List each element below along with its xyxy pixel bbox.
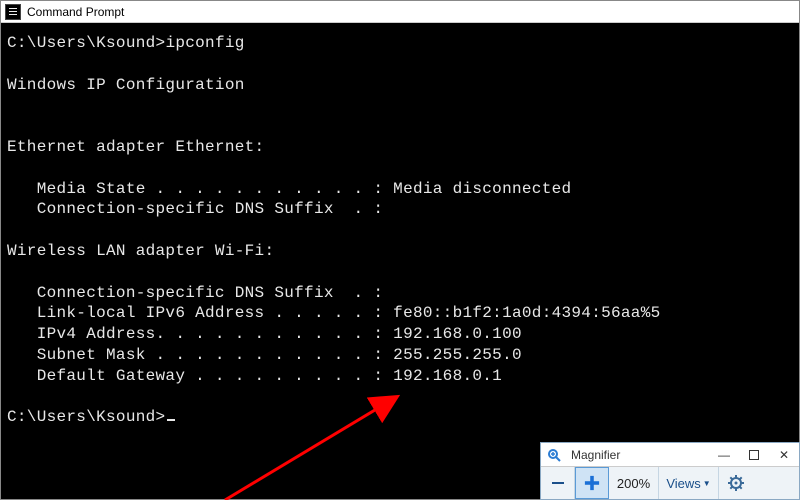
terminal-output[interactable]: C:\Users\Ksound>ipconfig Windows IP Conf… <box>1 23 799 438</box>
prompt-line-2: C:\Users\Ksound> <box>7 408 165 426</box>
gear-icon <box>728 475 744 491</box>
maximize-button[interactable] <box>739 443 769 467</box>
ethernet-header: Ethernet adapter Ethernet: <box>7 138 264 156</box>
wifi-ipv4-row: IPv4 Address. . . . . . . . . . . : 192.… <box>7 325 522 343</box>
chevron-down-icon: ▼ <box>703 479 711 488</box>
eth-dns-row: Connection-specific DNS Suffix . : <box>7 200 383 218</box>
wifi-ipv6-row: Link-local IPv6 Address . . . . . : fe80… <box>7 304 661 322</box>
plus-icon <box>584 474 600 492</box>
cmd-titlebar[interactable]: Command Prompt <box>1 1 799 23</box>
cmd-icon <box>5 4 21 20</box>
magnifier-titlebar[interactable]: Magnifier — ✕ <box>541 443 799 467</box>
eth-media-row: Media State . . . . . . . . . . . : Medi… <box>7 180 571 198</box>
wifi-dns-row: Connection-specific DNS Suffix . : <box>7 284 383 302</box>
maximize-icon <box>749 450 759 460</box>
magnifier-window: Magnifier — ✕ 200% Views ▼ <box>540 442 800 500</box>
command-prompt-window: Command Prompt C:\Users\Ksound>ipconfig … <box>0 0 800 500</box>
ipconfig-heading: Windows IP Configuration <box>7 76 245 94</box>
magnifier-icon <box>541 448 569 462</box>
wifi-header: Wireless LAN adapter Wi-Fi: <box>7 242 274 260</box>
views-dropdown[interactable]: Views ▼ <box>659 467 719 499</box>
magnifier-title: Magnifier <box>569 448 709 462</box>
prompt-line: C:\Users\Ksound>ipconfig <box>7 34 245 52</box>
minimize-button[interactable]: — <box>709 443 739 467</box>
wifi-mask-row: Subnet Mask . . . . . . . . . . . : 255.… <box>7 346 522 364</box>
zoom-out-button[interactable] <box>541 467 575 499</box>
cmd-title: Command Prompt <box>27 5 124 19</box>
close-button[interactable]: ✕ <box>769 443 799 467</box>
wifi-gw-row: Default Gateway . . . . . . . . . : 192.… <box>7 367 502 385</box>
minus-icon <box>550 475 566 491</box>
zoom-in-button[interactable] <box>575 467 609 499</box>
zoom-level: 200% <box>609 467 659 499</box>
magnifier-toolbar: 200% Views ▼ <box>541 467 799 499</box>
settings-button[interactable] <box>719 467 753 499</box>
text-cursor <box>167 419 175 421</box>
